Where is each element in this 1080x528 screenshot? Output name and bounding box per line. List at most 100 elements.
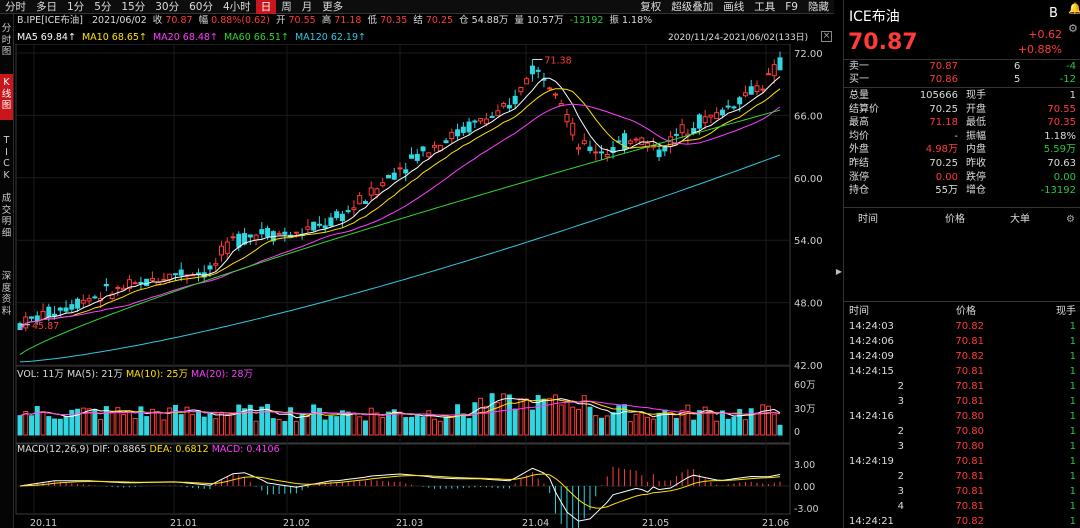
- period-tab-11[interactable]: 更多: [317, 0, 348, 14]
- tick-price: 70.81: [955, 366, 984, 377]
- period-tab-2[interactable]: 1分: [62, 0, 89, 14]
- candle-body: [742, 92, 748, 97]
- tick-row: 14:24:15 70.81 1: [844, 365, 1080, 378]
- volume-bar: [190, 413, 196, 436]
- candle-body: [702, 116, 708, 124]
- tool-button-1[interactable]: 超级叠加: [666, 0, 718, 14]
- ma-value: 68.48↑: [182, 32, 218, 43]
- candle-body: [63, 307, 69, 312]
- candle-body: [80, 299, 86, 304]
- volume-bar: [587, 406, 593, 436]
- col-header-volume: 现手: [1056, 306, 1076, 317]
- period-tab-7[interactable]: 4小时: [218, 0, 256, 14]
- settle-label: 结: [413, 15, 423, 26]
- ma-legend-item: MA120 62.19↑: [295, 32, 366, 43]
- vol-current: VOL: 11万: [17, 369, 64, 380]
- tick-time: 14:24:06: [849, 336, 894, 347]
- period-tab-4[interactable]: 15分: [116, 0, 150, 14]
- volume-bar: [276, 419, 282, 436]
- bigorder-header: 时间 价格 大单 ⚙: [844, 213, 1080, 226]
- stat-value: 4.98万: [925, 144, 958, 156]
- ma-label: MA60: [223, 32, 251, 43]
- tick-time: 3: [897, 441, 904, 452]
- quote-info-line: B.IPE[ICE布油] 2021/06/02 收 70.87 幅 0.88%(…: [17, 15, 652, 27]
- candle-body: [489, 115, 495, 118]
- settle-value: 70.25: [425, 15, 454, 26]
- volume-bar: [219, 412, 225, 436]
- volume-bar: [725, 418, 731, 436]
- volume-bar: [650, 418, 656, 436]
- tick-volume: 1: [1069, 456, 1076, 467]
- volume-bar: [432, 418, 438, 436]
- candle-body: [760, 88, 766, 91]
- volume-bar: [201, 416, 207, 436]
- candle-body: [524, 78, 530, 85]
- tool-button-5[interactable]: 隐藏: [803, 0, 834, 14]
- volume-bar: [708, 410, 714, 436]
- volume-bar: [311, 404, 317, 436]
- volume-bar: [57, 418, 63, 436]
- stat-value: 1: [1069, 90, 1076, 101]
- stat-label: 跌停: [966, 171, 986, 183]
- date-axis-label: 20.11: [30, 518, 57, 528]
- volume-bar: [334, 416, 340, 436]
- volume-bar: [535, 395, 541, 436]
- tool-button-4[interactable]: F9: [780, 0, 803, 14]
- candle-body: [172, 273, 178, 276]
- period-tab-10[interactable]: 月: [297, 0, 318, 14]
- left-nav-2[interactable]: T I C K: [0, 132, 13, 188]
- alert-bell-icon[interactable]: 🔔: [1068, 2, 1080, 15]
- candle-body: [627, 140, 633, 144]
- stat-label: 最高: [849, 117, 869, 129]
- left-nav-0[interactable]: 分 时 图: [0, 20, 13, 57]
- candle-body: [432, 145, 438, 148]
- left-nav-3[interactable]: 成 交 明 细: [0, 190, 13, 244]
- period-tab-9[interactable]: 周: [276, 0, 297, 14]
- period-tab-0[interactable]: 分时: [0, 0, 31, 14]
- left-nav-1[interactable]: K 线 图: [0, 74, 13, 120]
- period-tab-8[interactable]: 日: [255, 0, 277, 14]
- candle-body: [483, 118, 489, 125]
- stat-label: 开盘: [966, 103, 986, 115]
- panel-collapse-icon[interactable]: ▶: [835, 262, 843, 282]
- volume-bar: [639, 411, 645, 436]
- tick-volume: 1: [1069, 441, 1076, 452]
- left-view-nav: 分 时 图 K 线 图 T I C K 成 交 明 细深 度 资 料: [0, 14, 14, 528]
- candle-body: [593, 151, 599, 154]
- tick-volume: 1: [1069, 471, 1076, 482]
- volume-bar: [368, 407, 374, 436]
- volume-bar: [437, 420, 443, 436]
- volume-bar: [506, 394, 512, 436]
- candle-body: [57, 307, 63, 311]
- candle-body: [529, 65, 535, 75]
- period-tab-1[interactable]: 多日: [31, 0, 62, 14]
- ma-legend: MA5 69.84↑ MA10 68.65↑ MA20 68.48↑ MA60 66.…: [17, 32, 372, 44]
- candle-body: [293, 231, 299, 234]
- filter-settings-icon[interactable]: ⚙: [1066, 213, 1075, 226]
- left-nav-4[interactable]: 深 度 资 料: [0, 268, 13, 326]
- oi-value: 54.88万: [471, 15, 509, 26]
- instrument-tag: B: [1049, 6, 1058, 21]
- macd-dea: DEA: 0.6812: [149, 444, 209, 455]
- volume-bar: [742, 419, 748, 436]
- period-tab-6[interactable]: 60分: [184, 0, 218, 14]
- candle-body: [213, 263, 219, 266]
- period-tab-5[interactable]: 30分: [150, 0, 184, 14]
- candle-body: [599, 151, 605, 154]
- panel-close-icon[interactable]: ×: [821, 31, 832, 42]
- volume-bar: [213, 418, 219, 436]
- tool-button-3[interactable]: 工具: [749, 0, 780, 14]
- volume-bar: [207, 413, 213, 436]
- last-price: 70.87: [848, 30, 918, 55]
- ma-label: MA10: [81, 32, 109, 43]
- candle-body: [547, 87, 553, 90]
- tool-button-0[interactable]: 复权: [635, 0, 666, 14]
- col-header-bigorder: 大单: [1010, 214, 1030, 225]
- settings-icon[interactable]: ⚙: [1068, 22, 1078, 35]
- candle-body: [339, 213, 345, 222]
- candle-body: [708, 114, 714, 118]
- volume-bar: [414, 414, 420, 436]
- candle-body: [420, 146, 426, 152]
- period-tab-3[interactable]: 5分: [89, 0, 116, 14]
- tool-button-2[interactable]: 画线: [718, 0, 749, 14]
